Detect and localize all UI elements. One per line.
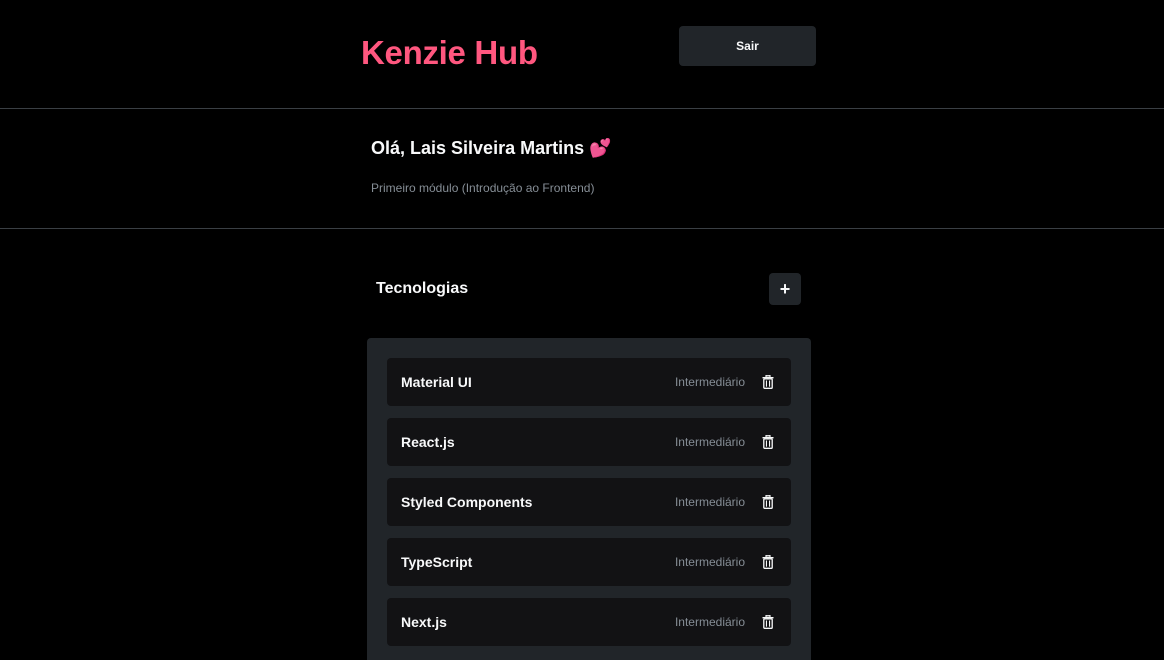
logo: Kenzie Hub	[361, 34, 538, 71]
technology-list: Material UI Intermediário React.js Inter…	[367, 338, 811, 660]
logout-button[interactable]: Sair	[679, 26, 816, 66]
technology-status: Intermediário	[674, 555, 745, 569]
header: Kenzie Hub Sair	[0, 0, 1164, 108]
technology-status: Intermediário	[674, 375, 745, 389]
technology-item[interactable]: Material UI Intermediário	[387, 358, 791, 406]
technology-status: Intermediário	[674, 495, 745, 509]
trash-icon	[762, 435, 774, 449]
delete-technology-button[interactable]	[761, 494, 775, 510]
technology-item[interactable]: Styled Components Intermediário	[387, 478, 791, 526]
plus-icon: +	[779, 279, 791, 299]
trash-icon	[762, 615, 774, 629]
technology-status: Intermediário	[674, 435, 745, 449]
user-module: Primeiro módulo (Introdução ao Frontend)	[371, 181, 595, 195]
user-greeting: Olá, Lais Silveira Martins 💕	[371, 138, 612, 158]
trash-icon	[762, 555, 774, 569]
delete-technology-button[interactable]	[761, 614, 775, 630]
technology-item[interactable]: TypeScript Intermediário	[387, 538, 791, 586]
technology-name: React.js	[401, 434, 455, 450]
add-technology-button[interactable]: +	[769, 273, 801, 305]
header-divider	[0, 108, 1164, 109]
delete-technology-button[interactable]	[761, 554, 775, 570]
technologies-title: Tecnologias	[376, 280, 469, 297]
technology-item[interactable]: React.js Intermediário	[387, 418, 791, 466]
profile-divider	[0, 228, 1164, 229]
technology-name: Styled Components	[401, 494, 533, 510]
technology-status: Intermediário	[674, 615, 745, 629]
trash-icon	[762, 375, 774, 389]
delete-technology-button[interactable]	[761, 434, 775, 450]
dashboard-page: Kenzie Hub Sair Olá, Lais Silveira Marti…	[0, 0, 1164, 660]
trash-icon	[762, 495, 774, 509]
technology-name: Material UI	[401, 374, 472, 390]
delete-technology-button[interactable]	[761, 374, 775, 390]
technology-name: TypeScript	[401, 554, 473, 570]
technology-item[interactable]: Next.js Intermediário	[387, 598, 791, 646]
technology-name: Next.js	[401, 614, 447, 630]
